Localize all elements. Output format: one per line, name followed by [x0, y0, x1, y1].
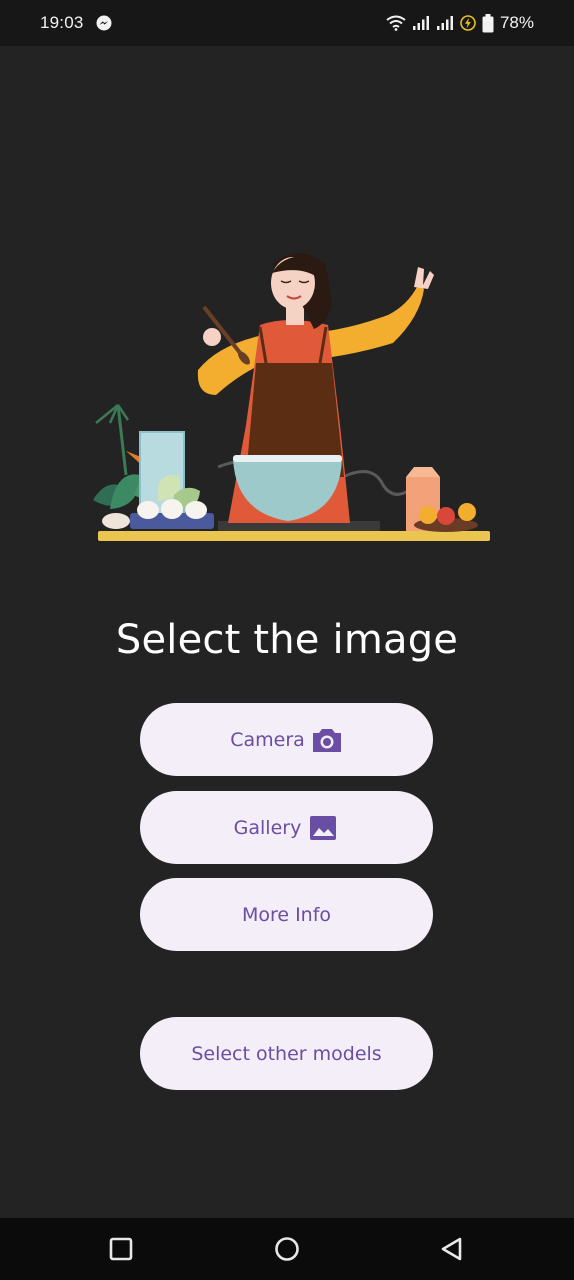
more-info-button-label: More Info	[241, 903, 332, 926]
status-icons: 78%	[386, 13, 534, 33]
gallery-button[interactable]: Gallery	[140, 791, 433, 864]
status-time: 19:03	[40, 13, 84, 32]
more-info-button[interactable]: More Info	[140, 878, 433, 951]
select-other-models-button[interactable]: Select other models	[140, 1017, 433, 1090]
battery-percent: 78%	[499, 13, 534, 32]
select-other-models-button-label: Select other models	[191, 1042, 382, 1065]
back-icon[interactable]	[439, 1236, 465, 1262]
camera-button-label: Camera	[230, 728, 305, 751]
cooking-illustration	[93, 253, 490, 541]
navigation-bar	[0, 1218, 574, 1280]
charging-icon	[460, 15, 476, 31]
battery-icon	[482, 13, 494, 32]
signal-icon	[412, 16, 429, 30]
camera-icon	[312, 728, 341, 752]
page-title: Select the image	[115, 617, 459, 663]
status-bar: 19:03 78%	[0, 0, 574, 46]
recent-apps-icon[interactable]	[108, 1236, 134, 1262]
wifi-icon	[386, 15, 406, 31]
messenger-icon	[96, 15, 112, 31]
gallery-button-label: Gallery	[233, 816, 302, 839]
home-icon[interactable]	[274, 1236, 300, 1262]
camera-button[interactable]: Camera	[140, 703, 433, 776]
image-icon	[310, 815, 337, 840]
signal-icon	[436, 16, 453, 30]
